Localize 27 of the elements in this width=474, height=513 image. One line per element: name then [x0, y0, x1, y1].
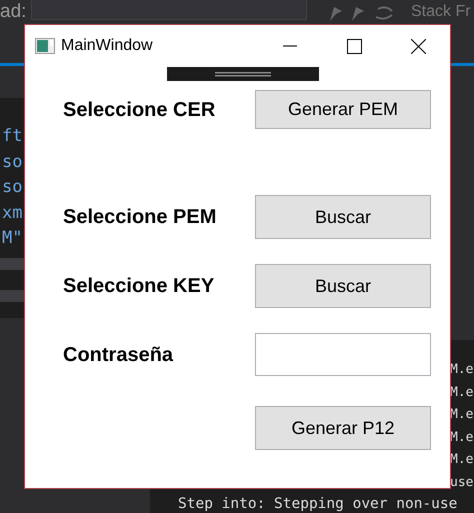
code-text: xm	[2, 202, 22, 222]
code-text: so	[2, 177, 22, 197]
action-button[interactable]: Buscar	[255, 264, 431, 308]
splitter-bar[interactable]	[0, 290, 24, 302]
window-title: MainWindow	[61, 36, 154, 56]
action-button[interactable]: Generar P12	[255, 406, 431, 450]
action-button[interactable]: Buscar	[255, 195, 431, 239]
minimize-icon	[283, 45, 297, 47]
grip-icon	[214, 72, 270, 76]
code-text: ft	[2, 126, 22, 146]
splitter-bar[interactable]	[0, 258, 24, 270]
code-text: M"	[2, 228, 22, 248]
field-label: Contraseña	[63, 342, 174, 368]
output-text: use	[450, 474, 474, 492]
action-button[interactable]: Generar PEM	[255, 90, 431, 129]
field-label: Seleccione PEM	[63, 205, 216, 230]
output-text: Step into: Stepping over non-use	[178, 495, 458, 513]
debug-toolbar[interactable]	[166, 67, 318, 81]
toolbar-label: ad:	[0, 0, 26, 24]
code-text: so	[2, 152, 22, 172]
toolbar-label: Stack Fr	[411, 2, 471, 22]
field-label: Seleccione CER	[63, 98, 216, 122]
maximize-icon	[346, 38, 362, 54]
password-field[interactable]	[255, 333, 431, 376]
close-icon	[410, 38, 426, 54]
field-label: Seleccione KEY	[63, 274, 214, 299]
app-icon	[35, 38, 55, 54]
